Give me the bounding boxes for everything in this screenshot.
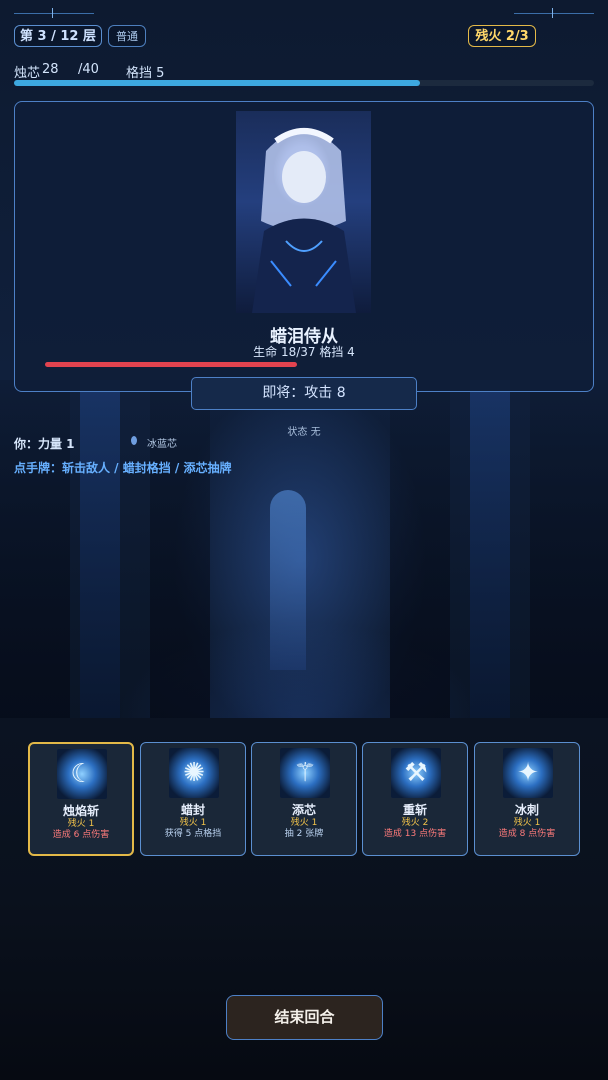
hand-card[interactable]: ✺ 蜡封 残火 1 获得 5 点格挡 (140, 742, 246, 856)
enemy-portrait[interactable] (236, 111, 371, 313)
card-description: 抽 2 张牌 (284, 829, 324, 839)
card-description: 造成 6 点伤害 (52, 830, 110, 840)
top-right-ornament-tick (552, 8, 553, 18)
card-description: 造成 13 点伤害 (383, 829, 447, 839)
relic-gem-icon (131, 436, 137, 445)
hand-hint: 点手牌：斩击敌人 / 蜡封格挡 / 添芯抽牌 (14, 461, 232, 475)
card-art: ⚒ (391, 748, 441, 798)
card-art: ✦ (503, 748, 553, 798)
top-right-ornament (514, 13, 594, 14)
card-art: ⚚ (280, 748, 330, 798)
card-description: 获得 5 点格挡 (164, 829, 222, 839)
floor-indicator: 第 3 / 12 层 (14, 25, 102, 47)
player-block: 格挡 5 (126, 66, 165, 81)
core-max: /40 (78, 62, 99, 77)
heavy-slash-icon: ⚒ (404, 758, 428, 788)
core-label: 烛芯 (14, 66, 41, 81)
maid-portrait-art (252, 128, 356, 313)
card-art: ☾ (57, 749, 107, 799)
enemy-hp-fill (45, 362, 297, 367)
player-strength: 你：力量 1 (14, 437, 75, 451)
enemy-stats: 生命 18/37 格挡 4 (253, 345, 355, 359)
card-art: ✺ (169, 748, 219, 798)
ice-spike-icon: ✦ (517, 758, 539, 788)
ember-counter: 残火 2/3 (468, 25, 536, 47)
gothic-window (270, 490, 306, 670)
relic-label: 冰蓝芯 (147, 439, 177, 450)
slash-icon: ☾ (70, 759, 94, 789)
seal-icon: ✺ (183, 758, 205, 788)
hand-card[interactable]: ☾ 烛焰斩 残火 1 造成 6 点伤害 (28, 742, 134, 856)
hand-card[interactable]: ⚚ 添芯 残火 1抽 2 张牌 (251, 742, 357, 856)
enemy-intent: 即将：攻击 8 (191, 377, 417, 410)
core-value: 28 (42, 62, 59, 77)
top-left-ornament (14, 13, 94, 14)
end-turn-button[interactable]: 结束回合 (226, 995, 383, 1040)
wick-icon: ⚚ (293, 758, 317, 788)
card-description: 造成 8 点伤害 (498, 829, 556, 839)
top-left-ornament-tick (52, 8, 53, 18)
hand-card[interactable]: ⚒ 重斩 残火 2 造成 13 点伤害 (362, 742, 468, 856)
difficulty-badge: 普通 (108, 25, 146, 47)
hand-card[interactable]: ✦ 冰刺 残火 1 造成 8 点伤害 (474, 742, 580, 856)
enemy-status: 状态 无 (287, 427, 321, 438)
core-bar-fill (14, 80, 420, 86)
